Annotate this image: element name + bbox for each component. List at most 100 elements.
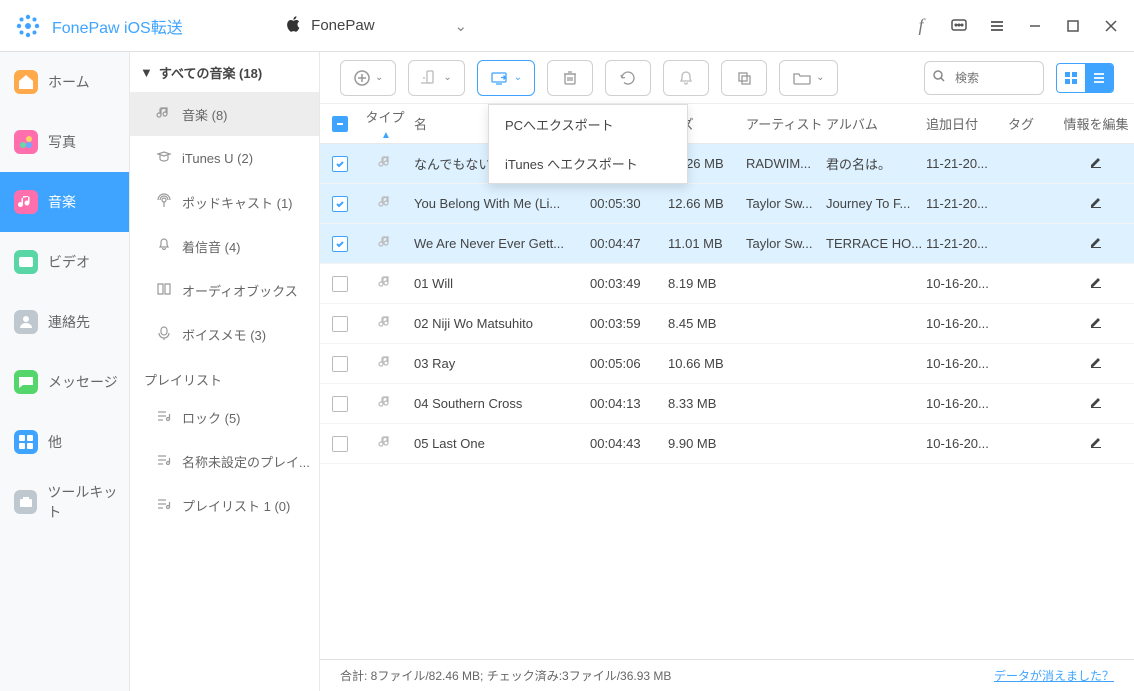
itunesu-icon <box>156 149 172 168</box>
export-to-itunes[interactable]: iTunes へエクスポート <box>489 144 687 183</box>
row-checkbox[interactable] <box>332 276 348 292</box>
sidebar-item-0[interactable]: ホーム <box>0 52 129 112</box>
duplicate-button[interactable] <box>721 60 767 96</box>
facebook-icon[interactable]: f <box>912 17 930 35</box>
ringtone-button[interactable] <box>663 60 709 96</box>
device-selector[interactable]: FonePaw ⌄ <box>285 15 467 37</box>
col-date[interactable]: 追加日付 <box>926 114 1008 133</box>
edit-button[interactable] <box>1058 155 1134 172</box>
tree-item-2[interactable]: ポッドキャスト (1) <box>130 180 319 224</box>
app-title: FonePaw iOS転送 <box>52 14 183 38</box>
other-icon <box>14 430 38 454</box>
sidebar-item-6[interactable]: 他 <box>0 412 129 472</box>
tree-item-1[interactable]: iTunes U (2) <box>130 136 319 180</box>
cell-date: 11-21-20... <box>926 236 1008 251</box>
table-row[interactable]: You Belong With Me (Li... 00:05:30 12.66… <box>320 184 1134 224</box>
status-bar: 合計: 8ファイル/82.46 MB; チェック済み:3ファイル/36.93 M… <box>320 659 1134 691</box>
tree-item-5[interactable]: ボイスメモ (3) <box>130 312 319 356</box>
edit-button[interactable] <box>1058 435 1134 452</box>
minimize-button[interactable] <box>1026 17 1044 35</box>
edit-button[interactable] <box>1058 235 1134 252</box>
ringtone-icon <box>156 237 172 256</box>
music-note-icon <box>360 195 410 212</box>
sidebar-item-label: 写真 <box>48 132 76 152</box>
table-row[interactable]: 03 Ray 00:05:06 10.66 MB 10-16-20... <box>320 344 1134 384</box>
playlist-icon <box>156 408 172 427</box>
home-icon <box>14 70 38 94</box>
import-device-button[interactable]: ⌄ <box>408 60 464 96</box>
row-checkbox[interactable] <box>332 356 348 372</box>
feedback-icon[interactable] <box>950 17 968 35</box>
table-row[interactable]: 02 Niji Wo Matsuhito 00:03:59 8.45 MB 10… <box>320 304 1134 344</box>
sidebar-item-1[interactable]: 写真 <box>0 112 129 172</box>
edit-button[interactable] <box>1058 275 1134 292</box>
photos-icon <box>14 130 38 154</box>
col-edit[interactable]: 情報を編集 <box>1058 114 1134 133</box>
table-row[interactable]: 04 Southern Cross 00:04:13 8.33 MB 10-16… <box>320 384 1134 424</box>
col-type[interactable]: タイプ▲ <box>360 107 410 141</box>
playlist-item-0[interactable]: ロック (5) <box>130 395 319 439</box>
table-row[interactable]: 05 Last One 00:04:43 9.90 MB 10-16-20... <box>320 424 1134 464</box>
maximize-button[interactable] <box>1064 17 1082 35</box>
tree-item-label: iTunes U (2) <box>182 151 253 166</box>
sidebar-item-5[interactable]: メッセージ <box>0 352 129 412</box>
cell-size: 8.45 MB <box>668 316 746 331</box>
edit-button[interactable] <box>1058 395 1134 412</box>
sidebar-item-3[interactable]: ビデオ <box>0 232 129 292</box>
close-button[interactable] <box>1102 17 1120 35</box>
tree-item-4[interactable]: オーディオブックス <box>130 268 319 312</box>
playlist-icon <box>156 452 172 471</box>
table-row[interactable]: 01 Will 00:03:49 8.19 MB 10-16-20... <box>320 264 1134 304</box>
col-album[interactable]: アルバム <box>826 114 926 133</box>
row-checkbox[interactable] <box>332 156 348 172</box>
podcast-icon <box>156 193 172 212</box>
tree-header[interactable]: ▼ すべての音楽 (18) <box>130 52 319 92</box>
sidebar-item-label: ホーム <box>48 72 90 92</box>
edit-button[interactable] <box>1058 355 1134 372</box>
tree-item-label: 音楽 (8) <box>182 105 228 124</box>
playlist-item-2[interactable]: プレイリスト 1 (0) <box>130 483 319 527</box>
add-button[interactable]: ⌄ <box>340 60 396 96</box>
tree-item-0[interactable]: 音楽 (8) <box>130 92 319 136</box>
edit-button[interactable] <box>1058 195 1134 212</box>
music-note-icon <box>360 315 410 332</box>
row-checkbox[interactable] <box>332 396 348 412</box>
export-button[interactable]: ⌄ <box>477 60 535 96</box>
select-all-checkbox[interactable] <box>332 116 348 132</box>
music-note-icon <box>360 155 410 172</box>
sidebar-item-2[interactable]: 音楽 <box>0 172 129 232</box>
row-checkbox[interactable] <box>332 196 348 212</box>
cell-artist: Taylor Sw... <box>746 196 826 211</box>
sidebar-item-label: ビデオ <box>48 252 90 272</box>
table-row[interactable]: We Are Never Ever Gett... 00:04:47 11.01… <box>320 224 1134 264</box>
row-checkbox[interactable] <box>332 236 348 252</box>
cell-duration: 00:04:13 <box>590 396 668 411</box>
sidebar-item-label: 音楽 <box>48 192 76 212</box>
refresh-button[interactable] <box>605 60 651 96</box>
list-view-button[interactable] <box>1085 64 1113 92</box>
row-checkbox[interactable] <box>332 436 348 452</box>
delete-button[interactable] <box>547 60 593 96</box>
folder-button[interactable]: ⌄ <box>779 60 837 96</box>
chevron-down-icon: ⌄ <box>514 72 522 83</box>
sidebar-item-7[interactable]: ツールキット <box>0 472 129 532</box>
playlist-item-1[interactable]: 名称未設定のプレイ... <box>130 439 319 483</box>
music-tree-panel: ▼ すべての音楽 (18) 音楽 (8) iTunes U (2) ポッドキャスト … <box>130 52 320 691</box>
export-to-pc[interactable]: PCへエクスポート <box>489 105 687 144</box>
music-note-icon <box>156 105 172 124</box>
col-tag[interactable]: タグ <box>1008 114 1058 133</box>
edit-button[interactable] <box>1058 315 1134 332</box>
sidebar-item-4[interactable]: 連絡先 <box>0 292 129 352</box>
row-checkbox[interactable] <box>332 316 348 332</box>
tree-item-3[interactable]: 着信音 (4) <box>130 224 319 268</box>
messages-icon <box>14 370 38 394</box>
menu-icon[interactable] <box>988 17 1006 35</box>
sidebar-item-label: 連絡先 <box>48 312 90 332</box>
table-row[interactable]: なんでもないや (movie v... 00:05:44 13.26 MB RA… <box>320 144 1134 184</box>
search-box[interactable] <box>924 61 1044 95</box>
grid-view-button[interactable] <box>1057 64 1085 92</box>
app-logo <box>14 12 42 40</box>
cell-artist: Taylor Sw... <box>746 236 826 251</box>
data-lost-link[interactable]: データが消えました？ <box>994 667 1114 684</box>
col-artist[interactable]: アーティスト <box>746 114 826 133</box>
